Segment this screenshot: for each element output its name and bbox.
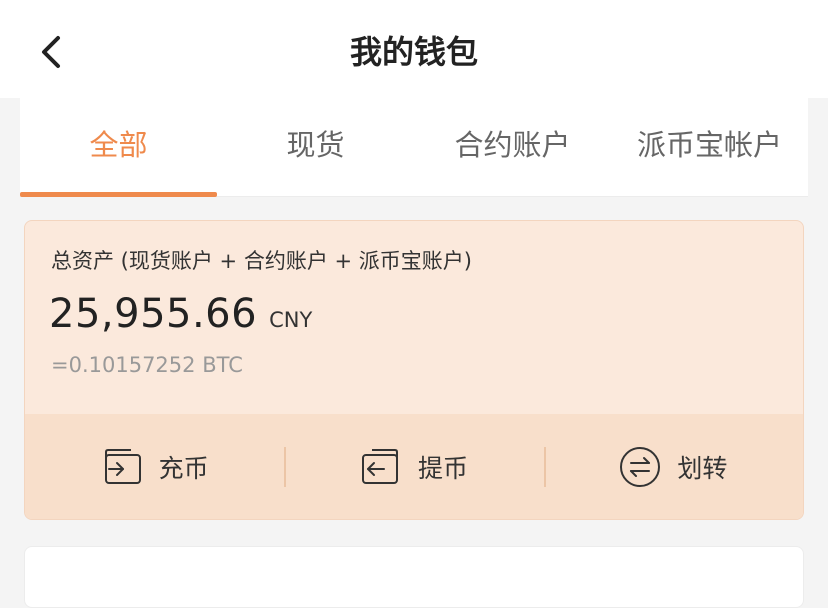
page-title: 我的钱包	[349, 33, 478, 71]
header: 我的钱包	[0, 0, 828, 98]
withdraw-button[interactable]: 提币	[284, 414, 543, 519]
asset-amount-row: 25,955.66 CNY	[49, 291, 312, 337]
account-tabs: 全部 现货 合约账户 派币宝帐户	[20, 98, 808, 197]
asset-action-bar: 充币 提币 划转	[25, 414, 803, 519]
total-assets-amount: 25,955.66	[49, 291, 258, 337]
tab-paibibao-account[interactable]: 派币宝帐户	[611, 98, 808, 196]
btc-equivalent: =0.10157252 BTC	[51, 353, 243, 377]
transfer-button[interactable]: 划转	[543, 414, 803, 519]
withdraw-label: 提币	[417, 453, 468, 483]
currency-unit: CNY	[269, 308, 313, 332]
tab-contract-account[interactable]: 合约账户	[414, 98, 611, 196]
tab-all[interactable]: 全部	[20, 98, 217, 197]
deposit-icon	[104, 448, 141, 484]
transfer-label: 划转	[677, 453, 728, 483]
deposit-label: 充币	[158, 453, 209, 483]
total-assets-label: 总资产 (现货账户 + 合约账户 + 派币宝账户)	[51, 249, 472, 273]
tab-spot[interactable]: 现货	[217, 98, 414, 196]
total-assets-card: 总资产 (现货账户 + 合约账户 + 派币宝账户) 25,955.66 CNY …	[24, 220, 804, 520]
withdraw-icon	[361, 448, 398, 484]
transfer-icon	[620, 446, 661, 487]
account-list-card	[24, 546, 804, 608]
deposit-button[interactable]: 充币	[25, 414, 284, 519]
